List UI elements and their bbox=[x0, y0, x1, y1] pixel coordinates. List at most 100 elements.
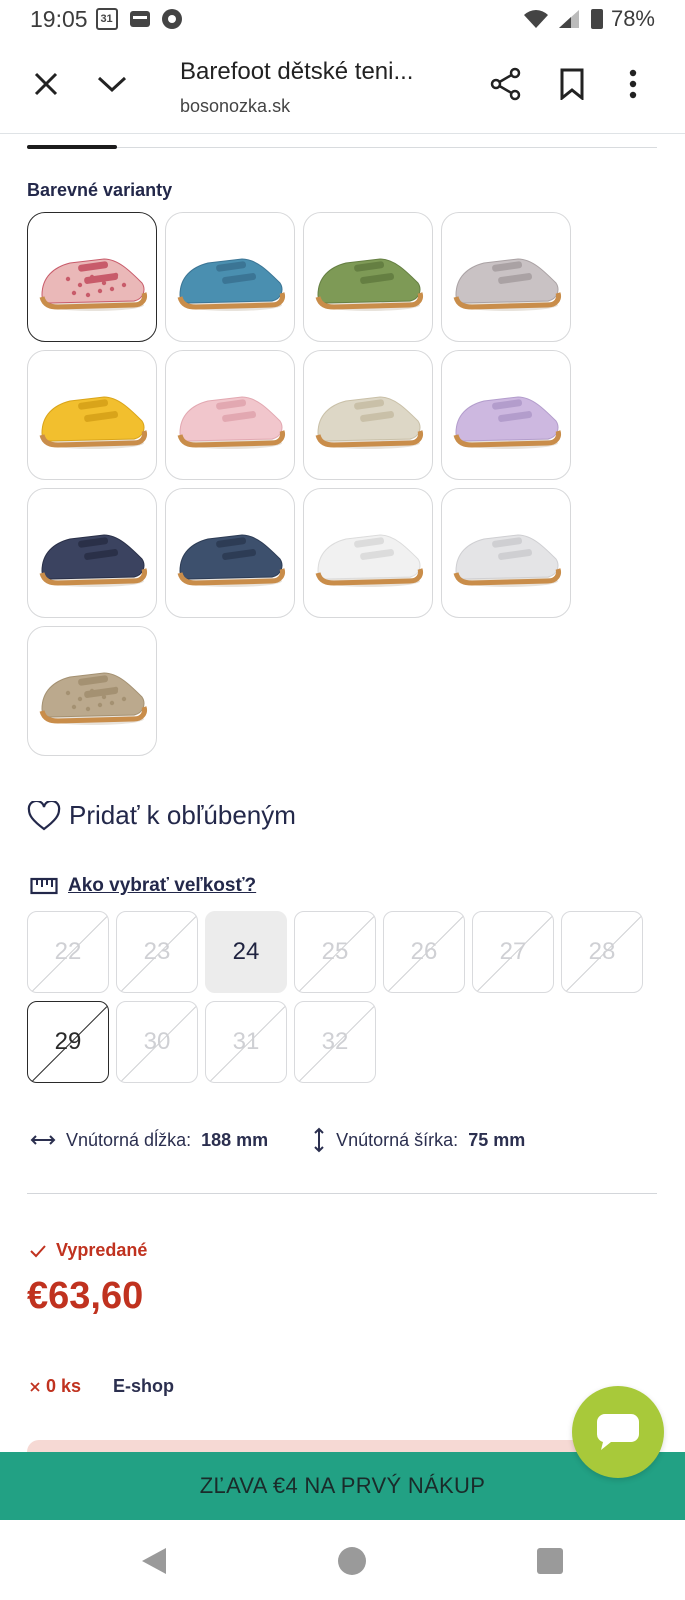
unavailable-slash bbox=[31, 1003, 108, 1082]
section-divider bbox=[27, 1193, 657, 1194]
inner-length-value: 188 mm bbox=[201, 1129, 269, 1150]
inner-width-label: Vnútorná šírka: bbox=[336, 1129, 459, 1150]
size-option-24[interactable]: 24 bbox=[205, 911, 287, 993]
bookmark-button[interactable] bbox=[552, 64, 592, 104]
more-options-button[interactable] bbox=[618, 64, 648, 104]
close-icon bbox=[34, 72, 58, 96]
shoe-image bbox=[39, 396, 147, 449]
color-variants-grid bbox=[27, 212, 587, 756]
size-option-22[interactable]: 22 bbox=[27, 911, 109, 993]
home-circle-icon bbox=[338, 1547, 366, 1575]
more-vertical-icon bbox=[629, 69, 637, 99]
chevron-down-icon bbox=[97, 76, 127, 93]
color-variant-1[interactable] bbox=[27, 212, 157, 342]
back-button[interactable] bbox=[140, 1546, 168, 1581]
tab-divider bbox=[27, 147, 657, 148]
size-label: 28 bbox=[588, 938, 616, 965]
promo-banner[interactable]: ZĽAVA €4 NA PRVÝ NÁKUP bbox=[0, 1452, 685, 1520]
chat-button[interactable] bbox=[572, 1386, 664, 1478]
size-option-25[interactable]: 25 bbox=[294, 911, 376, 993]
size-option-29[interactable]: 29 bbox=[27, 1001, 109, 1083]
unavailable-slash bbox=[31, 913, 108, 992]
stock-location: E-shop bbox=[113, 1376, 175, 1396]
size-option-26[interactable]: 26 bbox=[383, 911, 465, 993]
favorites-label: Pridať k obľúbeným bbox=[69, 800, 296, 830]
stock-quantity-value: 0 ks bbox=[46, 1376, 82, 1396]
stock-status-text: Vypredané bbox=[56, 1240, 148, 1260]
add-to-favorites-button[interactable]: Pridať k obľúbeným bbox=[27, 800, 296, 831]
variants-heading: Barevné varianty bbox=[27, 180, 173, 200]
heart-icon bbox=[27, 800, 61, 830]
shoe-image bbox=[453, 258, 561, 311]
shoe-image bbox=[315, 534, 423, 587]
size-option-23[interactable]: 23 bbox=[116, 911, 198, 993]
share-icon bbox=[490, 67, 521, 101]
size-guide-link[interactable]: Ako vybrať veľkosť? bbox=[68, 875, 256, 897]
stock-quantity: 0 ks bbox=[30, 1376, 81, 1397]
unavailable-slash bbox=[209, 1003, 286, 1082]
shoe-image bbox=[453, 534, 561, 587]
shoe-image bbox=[315, 258, 423, 311]
tab-active-indicator bbox=[27, 145, 117, 149]
recents-square-icon bbox=[537, 1548, 563, 1574]
inner-dimensions: Vnútorná dĺžka: 188 mm Vnútorná šírka: 7… bbox=[30, 1127, 525, 1153]
store-availability: 0 ks E-shop bbox=[30, 1376, 174, 1397]
close-button[interactable] bbox=[28, 66, 64, 102]
battery-percent: 78% bbox=[610, 6, 655, 31]
color-variant-6[interactable] bbox=[165, 350, 295, 480]
inner-width: Vnútorná šírka: 75 mm bbox=[312, 1127, 525, 1153]
chat-bubble-icon bbox=[596, 1414, 639, 1450]
size-option-28[interactable]: 28 bbox=[561, 911, 643, 993]
size-option-27[interactable]: 27 bbox=[472, 911, 554, 993]
size-selector: 22 23 24 25 26 27 28 29 30 31 32 bbox=[27, 911, 667, 1083]
system-navigation-bar bbox=[0, 1520, 685, 1600]
color-variant-7[interactable] bbox=[303, 350, 433, 480]
unavailable-slash bbox=[387, 913, 464, 992]
horizontal-arrows-icon bbox=[30, 1135, 56, 1145]
color-variant-5[interactable] bbox=[27, 350, 157, 480]
size-label: 23 bbox=[143, 938, 171, 965]
vertical-arrows-icon bbox=[314, 1127, 324, 1153]
size-label: 27 bbox=[499, 938, 527, 965]
page-url: bosonozka.sk bbox=[180, 96, 291, 116]
unavailable-slash bbox=[120, 1003, 197, 1082]
shoe-image bbox=[177, 396, 285, 449]
wifi-icon bbox=[523, 10, 548, 28]
size-label: 29 bbox=[54, 1028, 82, 1055]
size-label: 22 bbox=[54, 938, 82, 965]
shoe-image bbox=[39, 672, 147, 725]
recents-button[interactable] bbox=[537, 1548, 563, 1579]
shoe-image bbox=[453, 396, 561, 449]
size-label: 32 bbox=[321, 1028, 349, 1055]
color-variant-3[interactable] bbox=[303, 212, 433, 342]
size-option-30[interactable]: 30 bbox=[116, 1001, 198, 1083]
color-variant-8[interactable] bbox=[441, 350, 571, 480]
color-variant-2[interactable] bbox=[165, 212, 295, 342]
shoe-image bbox=[177, 258, 285, 311]
share-button[interactable] bbox=[486, 64, 526, 104]
inner-width-value: 75 mm bbox=[468, 1129, 526, 1150]
check-icon bbox=[30, 1244, 46, 1257]
unavailable-slash bbox=[476, 913, 553, 992]
wallet-icon bbox=[129, 11, 150, 27]
unavailable-slash bbox=[298, 913, 375, 992]
shoe-image bbox=[39, 534, 147, 587]
bookmark-icon bbox=[560, 68, 584, 100]
inner-length: Vnútorná dĺžka: 188 mm bbox=[30, 1130, 268, 1151]
status-time: 19:05 bbox=[30, 5, 88, 32]
size-option-31[interactable]: 31 bbox=[205, 1001, 287, 1083]
size-label: 30 bbox=[143, 1028, 171, 1055]
size-option-32[interactable]: 32 bbox=[294, 1001, 376, 1083]
size-label: 31 bbox=[232, 1028, 260, 1055]
unavailable-slash bbox=[565, 913, 642, 992]
shoe-image bbox=[39, 258, 147, 311]
back-triangle-icon bbox=[142, 1548, 166, 1574]
color-variant-9[interactable] bbox=[27, 488, 157, 618]
color-variant-13[interactable] bbox=[27, 626, 157, 756]
home-button[interactable] bbox=[337, 1546, 367, 1581]
color-variant-4[interactable] bbox=[441, 212, 571, 342]
color-variant-11[interactable] bbox=[303, 488, 433, 618]
color-variant-10[interactable] bbox=[165, 488, 295, 618]
collapse-button[interactable] bbox=[94, 66, 130, 102]
color-variant-12[interactable] bbox=[441, 488, 571, 618]
